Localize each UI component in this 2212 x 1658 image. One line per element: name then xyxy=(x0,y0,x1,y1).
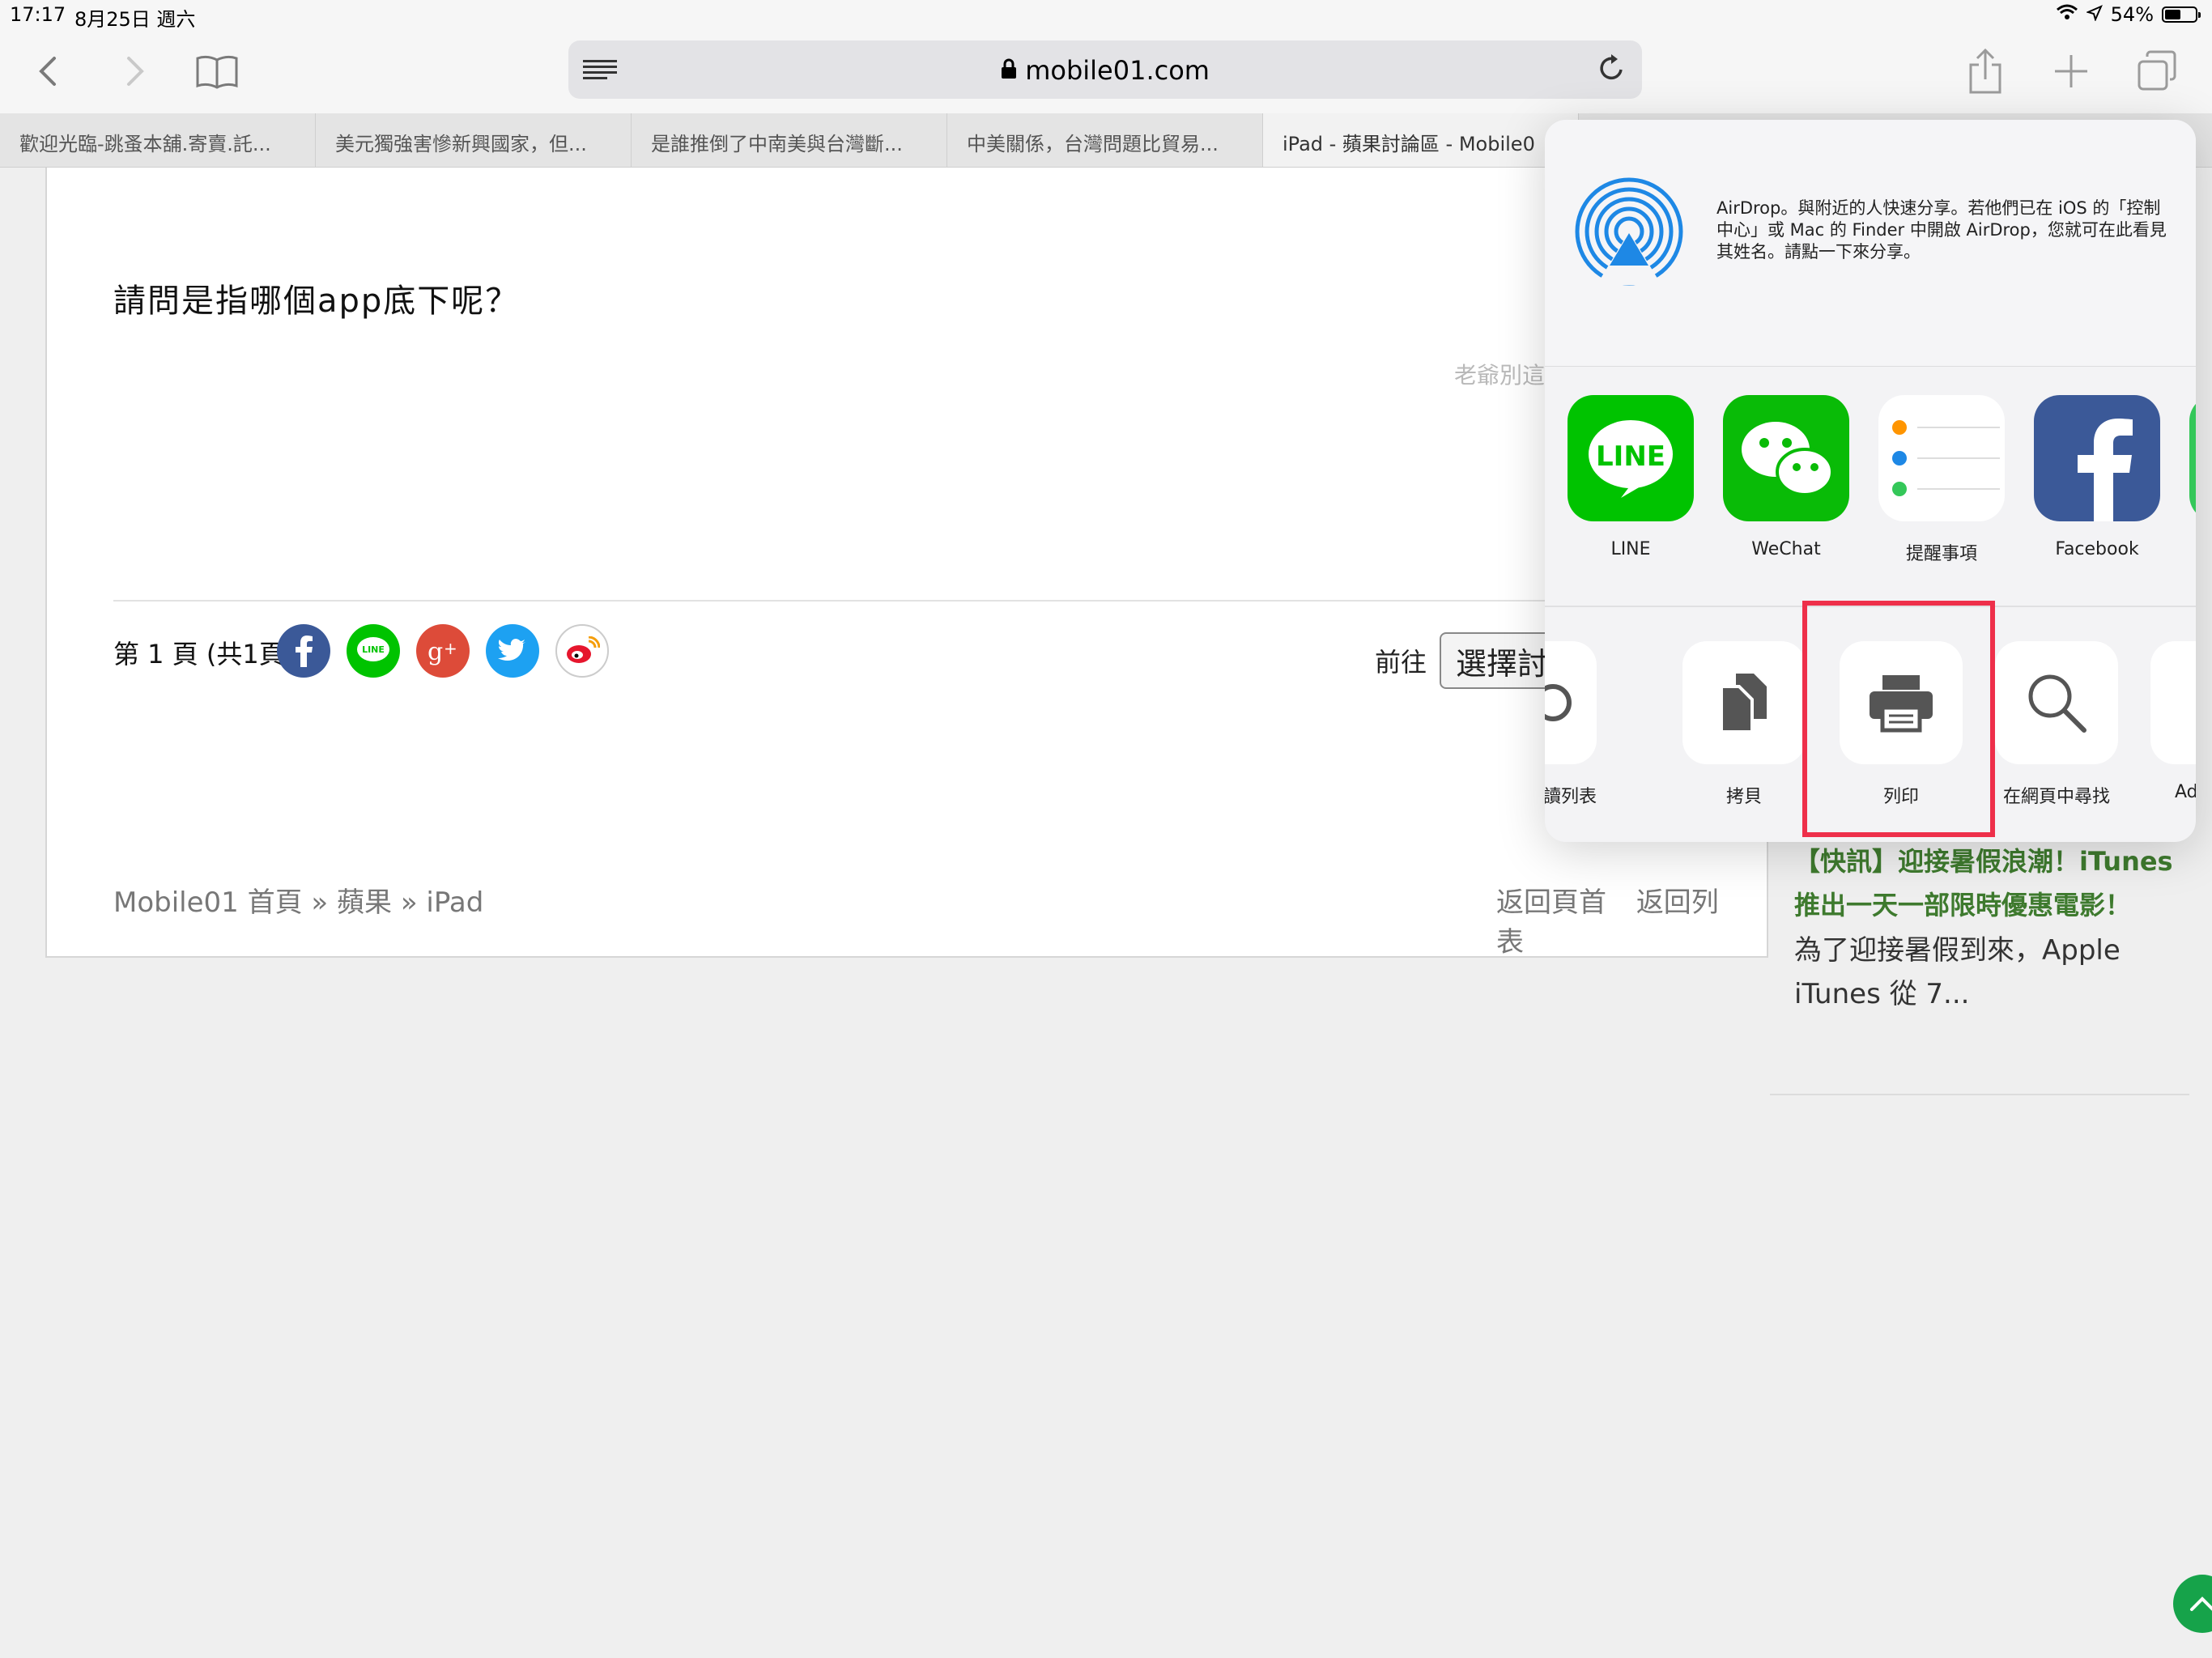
share-app-wechat[interactable]: WeChat xyxy=(1723,395,1849,559)
battery-fill xyxy=(2165,10,2180,19)
browser-toolbar: mobile01.com xyxy=(0,32,2212,113)
wechat-app-icon xyxy=(1723,395,1849,521)
bookmarks-icon[interactable] xyxy=(193,47,241,96)
tab-4[interactable]: 中美關係，台灣問題比貿易... xyxy=(947,113,1263,167)
action-label: Ad Lau xyxy=(2175,782,2196,802)
news-excerpt: 為了迎接暑假到來，Apple iTunes 從 7... xyxy=(1794,934,2121,1010)
glasses-icon xyxy=(1545,641,1597,764)
divider xyxy=(113,600,1741,602)
scroll-to-top-button[interactable] xyxy=(2173,1575,2212,1633)
svg-text:+: + xyxy=(444,639,457,658)
action-copy[interactable]: 拷貝 xyxy=(1682,641,1806,808)
post-text: 請問是指哪個app底下呢？ xyxy=(113,283,520,320)
airdrop-section[interactable]: AirDrop。與附近的人快速分享。若他們已在 iOS 的「控制中心」或 Mac… xyxy=(1545,120,2196,366)
social-share-bar: LINE g + xyxy=(277,624,609,678)
facebook-share-icon[interactable] xyxy=(277,624,330,678)
svg-text:LINE: LINE xyxy=(362,644,385,655)
action-label: 拷貝 xyxy=(1725,787,1762,807)
svg-text:g: g xyxy=(428,638,443,666)
airdrop-icon xyxy=(1572,175,1686,291)
sparkle-icon xyxy=(2150,641,2196,764)
line-app-icon: LINE xyxy=(1568,395,1694,521)
airdrop-description: AirDrop。與附近的人快速分享。若他們已在 iOS 的「控制中心」或 Mac… xyxy=(1716,198,2167,261)
magnifier-icon xyxy=(1995,641,2118,764)
new-tab-icon[interactable] xyxy=(2047,47,2095,96)
svg-text:LINE: LINE xyxy=(1596,440,1665,473)
action-reading-list[interactable]: 加入閱讀列表 xyxy=(1545,641,1597,808)
news-title[interactable]: 【快訊】迎接暑假浪潮！iTunes 推出一天一部限時優惠電影！ xyxy=(1794,840,2189,927)
back-icon[interactable] xyxy=(24,47,73,96)
status-date: 8月25日 週六 xyxy=(74,8,196,31)
status-right: 54% xyxy=(2056,3,2201,26)
url-text: mobile01.com xyxy=(568,55,1642,86)
tab-2[interactable]: 美元獨強害慘新興國家，但... xyxy=(316,113,632,167)
share-app-label: WeChat xyxy=(1751,539,1821,559)
tabs-overview-icon[interactable] xyxy=(2133,47,2181,96)
weibo-share-icon[interactable] xyxy=(555,624,609,678)
post-card: 請問是指哪個app底下呢？ 老爺別這樣 第 1 頁 (共1頁) LINE g + … xyxy=(45,168,1768,959)
back-to-top-link[interactable]: 返回頁首 xyxy=(1496,886,1606,919)
action-find-in-page[interactable]: 在網頁中尋找 xyxy=(1995,641,2118,808)
action-partial[interactable]: Ad Lau xyxy=(2150,641,2196,802)
reload-icon[interactable] xyxy=(1595,52,1627,87)
status-time: 17:17 xyxy=(10,3,66,26)
share-app-reminders[interactable]: 提醒事項 xyxy=(1878,395,2005,565)
twitter-share-icon[interactable] xyxy=(486,624,539,678)
goto-label: 前往 xyxy=(1375,647,1427,678)
highlight-box xyxy=(1802,601,1995,837)
facebook-app-icon xyxy=(2034,395,2160,521)
share-app-line[interactable]: LINE LINE xyxy=(1568,395,1694,559)
forward-icon[interactable] xyxy=(110,47,159,96)
battery-percent: 54% xyxy=(2110,3,2154,26)
page-info: 第 1 頁 (共1頁) xyxy=(113,639,296,670)
tab-1[interactable]: 歡迎光臨-跳蚤本舖.寄賣.託... xyxy=(0,113,316,167)
share-app-label: 提醒事項 xyxy=(1905,544,1977,564)
breadcrumb[interactable]: Mobile01 首頁 » 蘋果 » iPad xyxy=(113,880,483,920)
tab-5[interactable]: iPad - 蘋果討論區 - Mobile0 xyxy=(1263,113,1579,167)
sidebar-divider xyxy=(1770,1094,2189,1095)
share-app-partial[interactable] xyxy=(2189,395,2196,521)
address-bar[interactable]: mobile01.com xyxy=(568,40,1642,99)
share-app-label: Facebook xyxy=(2055,539,2139,559)
url-label: mobile01.com xyxy=(1025,55,1210,86)
line-share-icon[interactable]: LINE xyxy=(347,624,400,678)
google-plus-share-icon[interactable]: g + xyxy=(416,624,470,678)
status-bar: 17:17 8月25日 週六 54% xyxy=(0,0,2212,32)
copy-icon xyxy=(1682,641,1806,764)
tab-3[interactable]: 是誰推倒了中南美與台灣斷... xyxy=(632,113,947,167)
back-links: 返回頁首 返回列表 xyxy=(1496,880,1767,959)
chevron-up-icon xyxy=(2190,1596,2212,1611)
lock-icon xyxy=(1001,55,1025,86)
share-app-label: LINE xyxy=(1610,539,1651,559)
sidebar-news: 【快訊】迎接暑假浪潮！iTunes 推出一天一部限時優惠電影！ 為了迎接暑假到來… xyxy=(1794,840,2189,1016)
location-icon xyxy=(2085,3,2103,26)
action-label: 在網頁中尋找 xyxy=(2002,787,2110,807)
reminders-app-icon xyxy=(1878,395,2005,521)
share-app-facebook[interactable]: Facebook xyxy=(2034,395,2160,559)
share-icon[interactable] xyxy=(1961,47,2010,96)
battery-icon xyxy=(2162,6,2201,23)
wifi-icon xyxy=(2056,3,2078,26)
action-label: 加入閱讀列表 xyxy=(1545,787,1597,807)
